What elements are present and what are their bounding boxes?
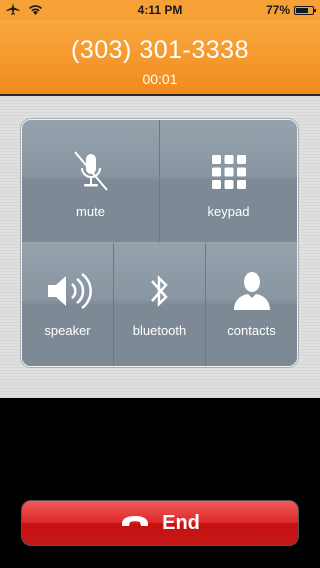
speaker-button[interactable]: speaker [22,243,114,366]
mute-icon [22,150,159,194]
bluetooth-icon [114,269,205,313]
keypad-button[interactable]: keypad [160,120,297,242]
battery-fill [296,7,309,13]
end-call-label: End [162,511,200,534]
keypad-label: keypad [207,204,250,219]
contacts-icon [206,269,297,313]
contacts-button[interactable]: contacts [206,243,297,366]
bluetooth-label: bluetooth [132,323,187,338]
end-call-button-frame: End [21,500,299,546]
contacts-label: contacts [227,323,276,338]
keypad-icon [160,150,297,194]
call-controls-panel: mute keypad speaker bluetooth contacts [21,119,298,367]
hang-up-icon [120,512,150,535]
speaker-label: speaker [44,323,91,338]
end-call-button[interactable]: End [22,501,298,545]
call-header: (303) 301-3338 00:01 [0,20,320,96]
phone-number: (303) 301-3338 [71,36,249,64]
mute-label: mute [76,204,105,219]
controls-area: mute keypad speaker bluetooth contacts [0,96,320,398]
battery-icon [294,5,316,15]
speaker-icon [22,269,113,313]
battery-percent: 77% [265,3,290,17]
status-bar: 4:11 PM 77% [0,0,320,20]
bluetooth-button[interactable]: bluetooth [114,243,206,366]
mute-button[interactable]: mute [22,120,160,242]
call-timer: 00:01 [142,71,178,87]
